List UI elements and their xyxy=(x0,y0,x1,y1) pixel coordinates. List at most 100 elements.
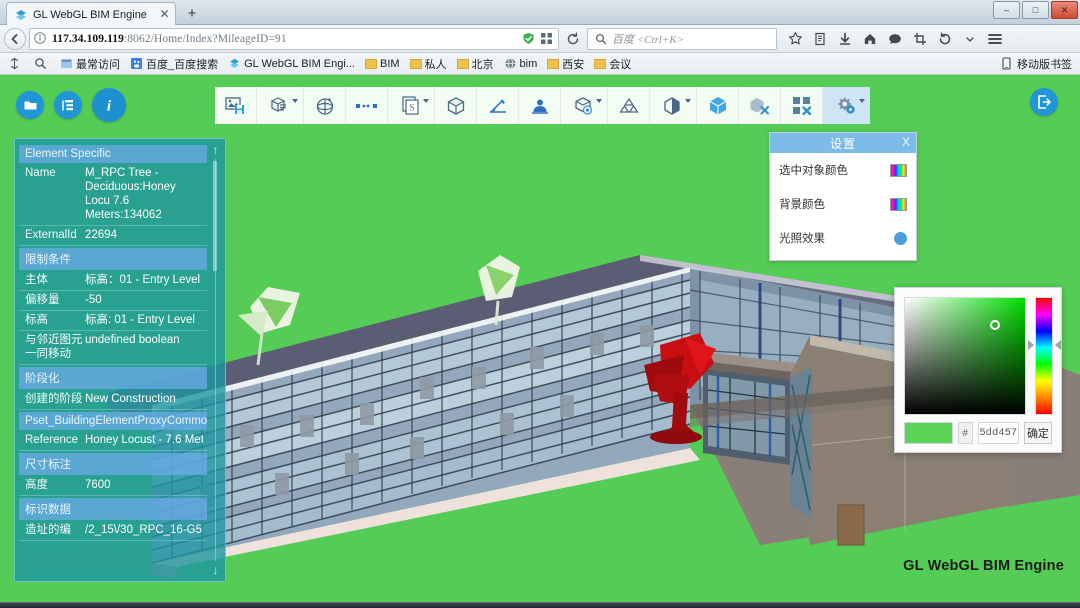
view-layout-tool[interactable] xyxy=(257,87,304,124)
bookmark-item-search[interactable] xyxy=(30,56,54,71)
saturation-value-area[interactable] xyxy=(904,297,1026,415)
webgl-viewport[interactable]: GL WebGL BIM Engine i S Element Specific… xyxy=(0,75,1080,602)
model-tree-button[interactable] xyxy=(54,91,82,119)
sync-tabs-icon xyxy=(8,57,21,70)
chevron-down-icon[interactable] xyxy=(859,99,865,103)
bookmark-item-bim[interactable]: bim xyxy=(500,56,542,71)
bookmark-item-most-visited[interactable]: 最常访问 xyxy=(56,55,124,73)
box-tool[interactable] xyxy=(435,87,477,124)
toggle-dot-icon[interactable] xyxy=(894,231,907,245)
solid-cube-tool[interactable] xyxy=(697,87,739,124)
exit-button[interactable] xyxy=(1030,88,1058,116)
qr-extension-icon[interactable] xyxy=(539,31,554,46)
group-tool[interactable] xyxy=(608,87,650,124)
angle-measure-tool[interactable] xyxy=(477,87,519,124)
folder-icon xyxy=(23,98,38,113)
hamburger-menu-icon[interactable] xyxy=(983,28,1007,50)
chevron-down-icon[interactable] xyxy=(423,99,429,103)
property-key: 偏移量 xyxy=(25,294,60,306)
history-icon[interactable] xyxy=(933,28,957,50)
bookmark-item-baidu[interactable]: 百度_百度搜索 xyxy=(126,55,222,73)
minimize-button[interactable]: – xyxy=(993,1,1020,19)
explode-tool[interactable] xyxy=(781,87,823,124)
bookmark-folder-xian[interactable]: 西安 xyxy=(543,55,588,73)
hex-input[interactable]: 5dd457 xyxy=(977,422,1019,444)
property-row: 偏移量 -50 xyxy=(19,291,207,311)
new-tab-button[interactable]: + xyxy=(182,4,202,24)
section-tool[interactable]: S xyxy=(388,87,435,124)
property-key: Reference xyxy=(25,434,79,446)
measure-distance-tool[interactable] xyxy=(346,87,388,124)
arrow-down-icon[interactable]: ↓ xyxy=(213,563,219,577)
url-bar[interactable]: 117.34.109.119:8062/Home/Index?MileageID… xyxy=(29,27,559,50)
rainbow-swatch-icon[interactable] xyxy=(890,197,907,211)
open-folder-button[interactable] xyxy=(16,91,44,119)
setting-label: 选中对象颜色 xyxy=(779,165,848,177)
setting-row-lighting[interactable]: 光照效果 xyxy=(770,221,916,255)
element-properties-panel[interactable]: Element Specific Name M_RPC Tree - Decid… xyxy=(14,138,226,582)
bookmark-item-sync[interactable] xyxy=(4,56,28,71)
orbit-tool[interactable] xyxy=(304,87,346,124)
property-value: /2_15\/30_RPC_16-G5 xyxy=(85,524,202,536)
property-key: 创建的阶段 xyxy=(25,393,83,405)
bookmark-item-gl-engine[interactable]: GL WebGL BIM Engi... xyxy=(224,56,359,71)
shield-icon[interactable] xyxy=(521,31,536,46)
properties-scrollbar[interactable]: ↑ ↓ xyxy=(209,143,222,577)
reload-icon[interactable] xyxy=(562,28,584,50)
bookmarks-bar: 最常访问 百度_百度搜索 GL WebGL BIM Engi... BIM 私人… xyxy=(0,53,1080,75)
properties-scroll-area[interactable]: Element Specific Name M_RPC Tree - Decid… xyxy=(19,143,207,577)
bookmark-folder-personal[interactable]: 私人 xyxy=(406,55,451,73)
download-icon[interactable] xyxy=(833,28,857,50)
hue-arrow-right-icon xyxy=(1055,340,1061,350)
clip-plane-tool[interactable] xyxy=(650,87,697,124)
hue-slider[interactable] xyxy=(1035,297,1053,415)
rainbow-swatch-icon[interactable] xyxy=(890,163,907,177)
chevron-down-icon[interactable] xyxy=(685,99,691,103)
settings-dialog[interactable]: 设置 X 选中对象颜色 背景颜色 光照效果 xyxy=(769,132,917,261)
cube-x-icon xyxy=(749,96,770,116)
reader-view-icon[interactable] xyxy=(808,28,832,50)
orbit-sphere-icon xyxy=(315,96,335,116)
chat-icon[interactable] xyxy=(883,28,907,50)
chevron-down-icon[interactable] xyxy=(596,99,602,103)
property-row: 与邻近图元一同移动 undefined boolean xyxy=(19,331,207,365)
bookmark-folder-meeting[interactable]: 会议 xyxy=(590,55,635,73)
color-picker[interactable]: # 5dd457 确定 xyxy=(894,287,1062,453)
visibility-tool[interactable] xyxy=(561,87,608,124)
property-row: 标高 标高: 01 - Entry Level xyxy=(19,311,207,331)
save-image-tool[interactable] xyxy=(215,87,257,124)
chevron-down-icon[interactable] xyxy=(958,28,982,50)
maximize-button[interactable]: □ xyxy=(1022,1,1049,19)
star-icon[interactable] xyxy=(783,28,807,50)
close-icon[interactable]: ✕ xyxy=(158,8,171,21)
close-window-button[interactable]: ✕ xyxy=(1051,1,1078,19)
viewer-left-buttons: i xyxy=(16,88,126,122)
hash-label: # xyxy=(957,422,973,444)
mobile-bookmarks-button[interactable]: 移动版书签 xyxy=(1001,56,1076,72)
setting-row-background-color[interactable]: 背景颜色 xyxy=(770,187,916,221)
picker-cursor-icon[interactable] xyxy=(990,320,1000,330)
solid-cube-icon xyxy=(707,95,729,117)
walkthrough-tool[interactable] xyxy=(519,87,561,124)
search-input[interactable]: 百度 <Ctrl+K> xyxy=(612,31,684,47)
property-key: 与邻近图元一同移动 xyxy=(25,334,83,360)
crop-icon[interactable] xyxy=(908,28,932,50)
properties-info-button[interactable]: i xyxy=(92,88,126,122)
bookmark-folder-beijing[interactable]: 北京 xyxy=(453,55,498,73)
close-icon[interactable]: X xyxy=(902,135,910,149)
setting-row-selection-color[interactable]: 选中对象颜色 xyxy=(770,153,916,187)
scrollbar-thumb[interactable] xyxy=(213,161,217,271)
hide-element-tool[interactable] xyxy=(739,87,781,124)
search-bar[interactable]: 百度 <Ctrl+K> xyxy=(587,27,777,50)
page-info-icon[interactable] xyxy=(33,31,48,46)
bookmark-folder-bim[interactable]: BIM xyxy=(361,57,404,71)
settings-tool[interactable] xyxy=(823,87,870,124)
chevron-down-icon[interactable] xyxy=(292,99,298,103)
property-key: Name xyxy=(25,167,56,179)
browser-tab[interactable]: GL WebGL BIM Engine ✕ xyxy=(6,2,176,26)
confirm-button[interactable]: 确定 xyxy=(1023,422,1052,444)
arrow-up-icon[interactable]: ↑ xyxy=(213,143,219,157)
back-arrow-icon[interactable] xyxy=(4,27,26,50)
properties-section-header: 限制条件 xyxy=(19,248,207,270)
home-icon[interactable] xyxy=(858,28,882,50)
